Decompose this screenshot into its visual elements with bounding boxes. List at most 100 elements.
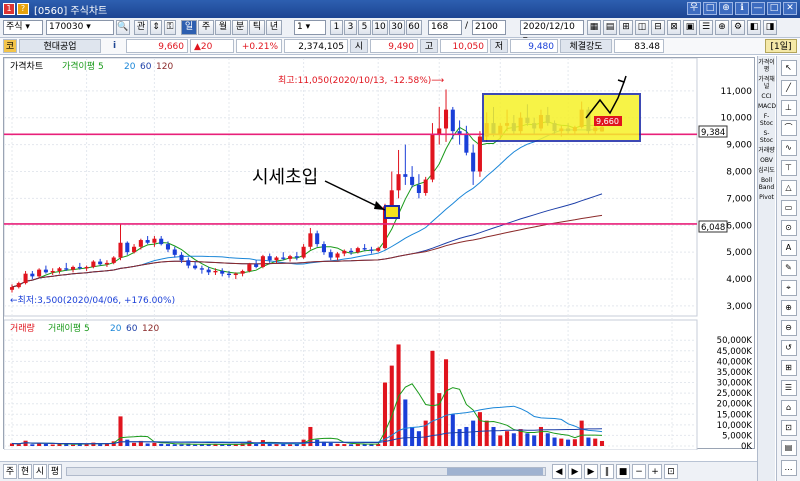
frame-tool-icon[interactable]: ⊡ bbox=[780, 420, 797, 436]
period-preset-button[interactable]: 10 bbox=[372, 20, 388, 35]
toolbar-icon[interactable]: ⊟ bbox=[651, 20, 665, 35]
bottom-tab[interactable]: 주 bbox=[3, 464, 17, 479]
legend-vol-ma60[interactable]: 60 bbox=[126, 324, 138, 334]
window-control-button[interactable]: 우 bbox=[687, 2, 701, 15]
period-week-button[interactable]: 주 bbox=[198, 20, 214, 35]
more-icon[interactable]: … bbox=[780, 460, 797, 476]
price-legend[interactable]: 가격차트 가격이평 5 20 60 120 bbox=[10, 60, 173, 72]
lock-icon[interactable]: ⚿ bbox=[164, 20, 176, 35]
indicator-item[interactable]: Boll Band bbox=[758, 177, 775, 191]
period-preset-button[interactable]: 1 bbox=[330, 20, 343, 35]
grid-tool-icon[interactable]: ⊞ bbox=[780, 360, 797, 376]
stop-button[interactable]: ■ bbox=[616, 464, 630, 479]
legend-ma5[interactable]: 가격이평 5 bbox=[62, 60, 104, 72]
legend-ma120[interactable]: 120 bbox=[156, 62, 173, 72]
fit-button[interactable]: ⊡ bbox=[664, 464, 678, 479]
legend-vol-ma120[interactable]: 120 bbox=[142, 324, 159, 334]
indicator-item[interactable]: OBV bbox=[758, 157, 775, 164]
toolbar-icon[interactable]: ◫ bbox=[635, 20, 649, 35]
toolbar-icon[interactable]: ◧ bbox=[747, 20, 761, 35]
toolbar-icon[interactable]: ▣ bbox=[683, 20, 697, 35]
toolbar-icon[interactable]: ⊕ bbox=[715, 20, 729, 35]
search-button[interactable]: 🔍 bbox=[116, 20, 130, 35]
pen-tool-icon[interactable]: ✎ bbox=[780, 260, 797, 276]
period-value-select[interactable]: 1 ▾ bbox=[294, 20, 326, 35]
indicator-item[interactable]: S-Stoc bbox=[758, 130, 775, 144]
chart-svg[interactable]: 11,000 10,000 9,000 8,000 7,000 6,000 5,000 4,0… bbox=[3, 57, 756, 460]
info-icon[interactable]: i bbox=[113, 39, 121, 53]
toolbar-icon[interactable]: ⊠ bbox=[667, 20, 681, 35]
window-control-button[interactable]: ℹ bbox=[735, 2, 749, 15]
market-select[interactable]: 주식 ▾ bbox=[3, 20, 43, 35]
indicator-item[interactable]: 가격이평 bbox=[758, 59, 775, 73]
crosshair-tool-icon[interactable]: ⌖ bbox=[780, 280, 797, 296]
legend-price[interactable]: 가격차트 bbox=[10, 60, 43, 72]
help-icon[interactable]: ? bbox=[17, 3, 29, 15]
zoom-out-button[interactable]: − bbox=[632, 464, 646, 479]
cursor-tool-icon[interactable]: ↖ bbox=[780, 60, 797, 76]
bottom-tab[interactable]: 현 bbox=[18, 464, 32, 479]
horizontal-line-tool-icon[interactable]: ⊤ bbox=[780, 160, 797, 176]
legend-ma60[interactable]: 60 bbox=[140, 62, 152, 72]
bottom-tab[interactable]: 시 bbox=[33, 464, 47, 479]
period-minute-button[interactable]: 분 bbox=[232, 20, 248, 35]
toolbar-icon[interactable]: ▦ bbox=[587, 20, 601, 35]
zoom-in-button[interactable]: + bbox=[648, 464, 662, 479]
arc-tool-icon[interactable]: ⌒ bbox=[780, 120, 797, 136]
vertical-line-tool-icon[interactable]: ⊥ bbox=[780, 100, 797, 116]
chart-area[interactable]: 11,000 10,000 9,000 8,000 7,000 6,000 5,000 4,0… bbox=[3, 57, 756, 460]
scroll-left-button[interactable]: ◀ bbox=[552, 464, 566, 479]
legend-ma20[interactable]: 20 bbox=[124, 62, 136, 72]
legend-vol-ma20[interactable]: 20 bbox=[110, 324, 122, 334]
period-preset-button[interactable]: 5 bbox=[358, 20, 371, 35]
close-button[interactable]: ✕ bbox=[783, 2, 797, 15]
pause-button[interactable]: ‖ bbox=[600, 464, 614, 479]
legend-volume[interactable]: 거래량 bbox=[10, 322, 35, 334]
indicator-item[interactable]: 가격채널 bbox=[758, 76, 775, 90]
manage-button[interactable]: 관 bbox=[134, 20, 148, 35]
code-input[interactable]: 170030 ▾ bbox=[46, 20, 114, 35]
text-tool-icon[interactable]: A bbox=[780, 240, 797, 256]
entry-marker[interactable] bbox=[384, 205, 400, 219]
volume-legend[interactable]: 거래량 거래이평 5 20 60 120 bbox=[10, 322, 159, 334]
window-control-button[interactable]: ⊕ bbox=[719, 2, 733, 15]
wave-tool-icon[interactable]: ∿ bbox=[780, 140, 797, 156]
window-control-button[interactable]: □ bbox=[703, 2, 717, 15]
period-preset-button[interactable]: 60 bbox=[406, 20, 422, 35]
trendline-tool-icon[interactable]: ╱ bbox=[780, 80, 797, 96]
legend-vol-ma5[interactable]: 거래이평 5 bbox=[48, 323, 90, 334]
zoom-out-icon[interactable]: ⊖ bbox=[780, 320, 797, 336]
indicator-item[interactable]: MACD bbox=[758, 103, 776, 110]
toolbar-icon[interactable]: ☰ bbox=[699, 20, 713, 35]
toolbar-icon[interactable]: ◨ bbox=[763, 20, 777, 35]
home-icon[interactable]: ⌂ bbox=[780, 400, 797, 416]
period-year-button[interactable]: 년 bbox=[266, 20, 282, 35]
menu-icon[interactable]: ☰ bbox=[780, 380, 797, 396]
circle-tool-icon[interactable]: ⊙ bbox=[780, 220, 797, 236]
minimize-button[interactable]: — bbox=[751, 2, 765, 15]
indicator-item[interactable]: 거래량 bbox=[758, 147, 775, 154]
indicator-item[interactable]: 심리도 bbox=[758, 167, 775, 174]
period-day-button[interactable]: 일 bbox=[181, 20, 197, 35]
indicator-item[interactable]: Pivot bbox=[758, 194, 775, 201]
rectangle-tool-icon[interactable]: ▭ bbox=[780, 200, 797, 216]
maximize-button[interactable]: □ bbox=[767, 2, 781, 15]
count-stepper[interactable]: 168 bbox=[428, 20, 462, 35]
period-preset-button[interactable]: 3 bbox=[344, 20, 357, 35]
period-preset-button[interactable]: 30 bbox=[389, 20, 405, 35]
period-tick-button[interactable]: 틱 bbox=[249, 20, 265, 35]
indicator-item[interactable]: F-Stoc bbox=[758, 113, 775, 127]
app-icon[interactable]: 1 bbox=[3, 3, 15, 15]
scroll-right-button[interactable]: ▶ bbox=[568, 464, 582, 479]
refresh-icon[interactable]: ↺ bbox=[780, 340, 797, 356]
total-stepper[interactable]: 2100 bbox=[472, 20, 506, 35]
toolbar-icon[interactable]: ▤ bbox=[603, 20, 617, 35]
toolbar-icon[interactable]: ⚙ bbox=[731, 20, 745, 35]
play-button[interactable]: ▶ bbox=[584, 464, 598, 479]
triangle-tool-icon[interactable]: △ bbox=[780, 180, 797, 196]
scroll-thumb[interactable] bbox=[447, 468, 543, 475]
scroll-track[interactable] bbox=[66, 467, 546, 476]
date-picker[interactable]: 2020/12/10 ▾ bbox=[520, 20, 584, 45]
bottom-tab[interactable]: 평 bbox=[48, 464, 62, 479]
toolbar-icon[interactable]: ⊞ bbox=[619, 20, 633, 35]
